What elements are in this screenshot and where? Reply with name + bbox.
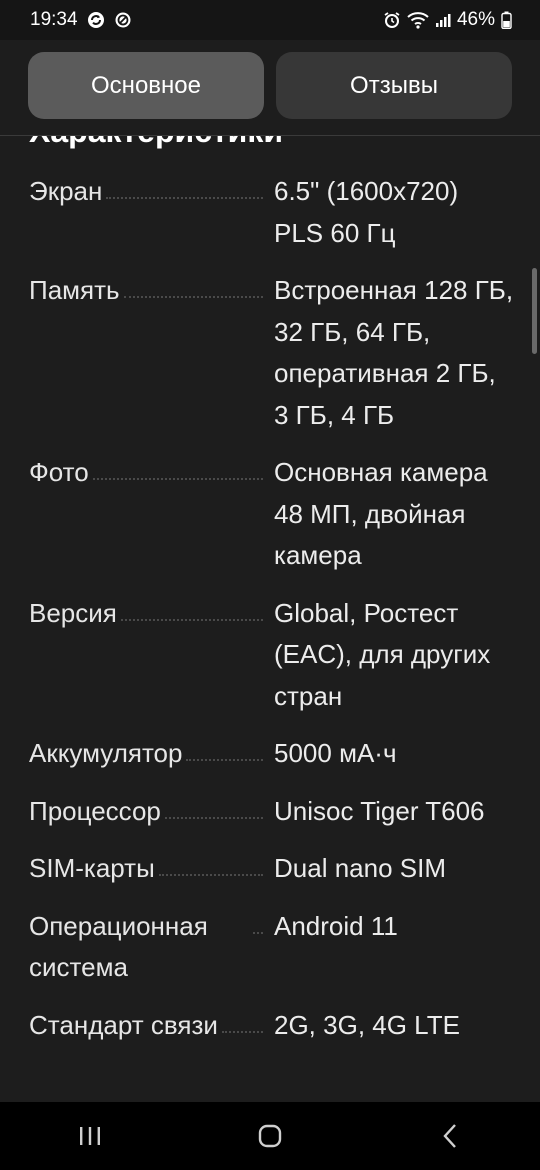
battery-percent: 46%: [456, 9, 495, 30]
sync-icon: [86, 10, 106, 30]
dotted-leader: [186, 733, 263, 761]
signal-icon: [435, 12, 451, 28]
back-icon: [443, 1124, 456, 1148]
spec-row-battery: Аккумулятор 5000 мА·ч: [0, 733, 540, 791]
section-title: Характеристики: [29, 135, 283, 150]
spec-value: Встроенная 128 ГБ, 32 ГБ, 64 ГБ, операти…: [274, 275, 514, 430]
spec-value: 6.5" (1600x720) PLS 60 Гц: [274, 176, 459, 248]
spec-row-network: Стандарт связи 2G, 3G, 4G LTE: [0, 1005, 540, 1063]
spec-row-photo: Фото Основная камера 48 МП, двойная каме…: [0, 452, 540, 593]
spec-label: Версия: [29, 597, 117, 628]
status-bar: 19:34 46%: [0, 0, 540, 40]
scrollbar-thumb[interactable]: [532, 268, 537, 354]
spec-value: 5000 мА·ч: [274, 738, 397, 768]
tab-main[interactable]: Основное: [28, 52, 264, 119]
spec-value: Global, Ростест (EAC), для других стран: [274, 597, 491, 711]
navigation-bar: [0, 1102, 540, 1170]
spec-row-sim: SIM-карты Dual nano SIM: [0, 848, 540, 906]
spec-label: SIM-карты: [29, 853, 155, 883]
back-button[interactable]: [420, 1116, 480, 1156]
spec-label: Аккумулятор: [29, 738, 183, 768]
spec-label: Операционная система: [29, 910, 208, 983]
spec-value: 2G, 3G, 4G LTE: [274, 1009, 460, 1040]
blocked-icon: [114, 11, 132, 29]
dotted-leader: [106, 171, 263, 199]
content-area[interactable]: Характеристики Экран 6.5" (1600x720) PLS…: [0, 135, 540, 1102]
spec-row-processor: Процессор Unisoc Tiger T606: [0, 791, 540, 849]
alarm-icon: [383, 11, 401, 29]
wifi-icon: [407, 11, 429, 29]
phone-screen: 19:34 46% Основное Отзывы Экран 6.5" (16…: [0, 0, 540, 1170]
spec-label: Фото: [29, 457, 89, 487]
spec-value: Android 11: [274, 910, 398, 941]
home-icon: [258, 1124, 282, 1148]
tabs-header: Основное Отзывы: [0, 40, 540, 136]
dotted-leader: [164, 791, 263, 819]
recents-icon: [80, 1127, 100, 1145]
spec-value: Unisoc Tiger T606: [274, 795, 485, 826]
spec-label: Память: [29, 275, 120, 305]
dotted-leader: [221, 1005, 263, 1033]
spec-row-version: Версия Global, Ростест (EAC), для других…: [0, 593, 540, 734]
home-button[interactable]: [240, 1116, 300, 1156]
status-time: 19:34: [30, 9, 78, 30]
dotted-leader: [92, 452, 263, 480]
spec-value: Dual nano SIM: [274, 853, 446, 883]
dotted-leader: [120, 593, 263, 621]
recents-button[interactable]: [60, 1116, 120, 1156]
spec-label: Стандарт связи: [29, 1009, 218, 1040]
tab-reviews[interactable]: Отзывы: [276, 52, 512, 119]
dotted-leader: [123, 270, 263, 298]
spec-row-os: Операционная система Android 11: [0, 906, 540, 1005]
dotted-leader: [253, 906, 263, 934]
spec-value: Основная камера 48 МП, двойная камера: [274, 457, 488, 570]
battery-icon: [501, 11, 512, 29]
spec-label: Экран: [29, 176, 103, 206]
spec-row-memory: Память Встроенная 128 ГБ, 32 ГБ, 64 ГБ, …: [0, 270, 540, 452]
specs-list: Экран 6.5" (1600x720) PLS 60 Гц Память В…: [0, 171, 540, 1062]
spec-label: Процессор: [29, 795, 161, 826]
dotted-leader: [158, 848, 263, 876]
spec-row-screen: Экран 6.5" (1600x720) PLS 60 Гц: [0, 171, 540, 270]
